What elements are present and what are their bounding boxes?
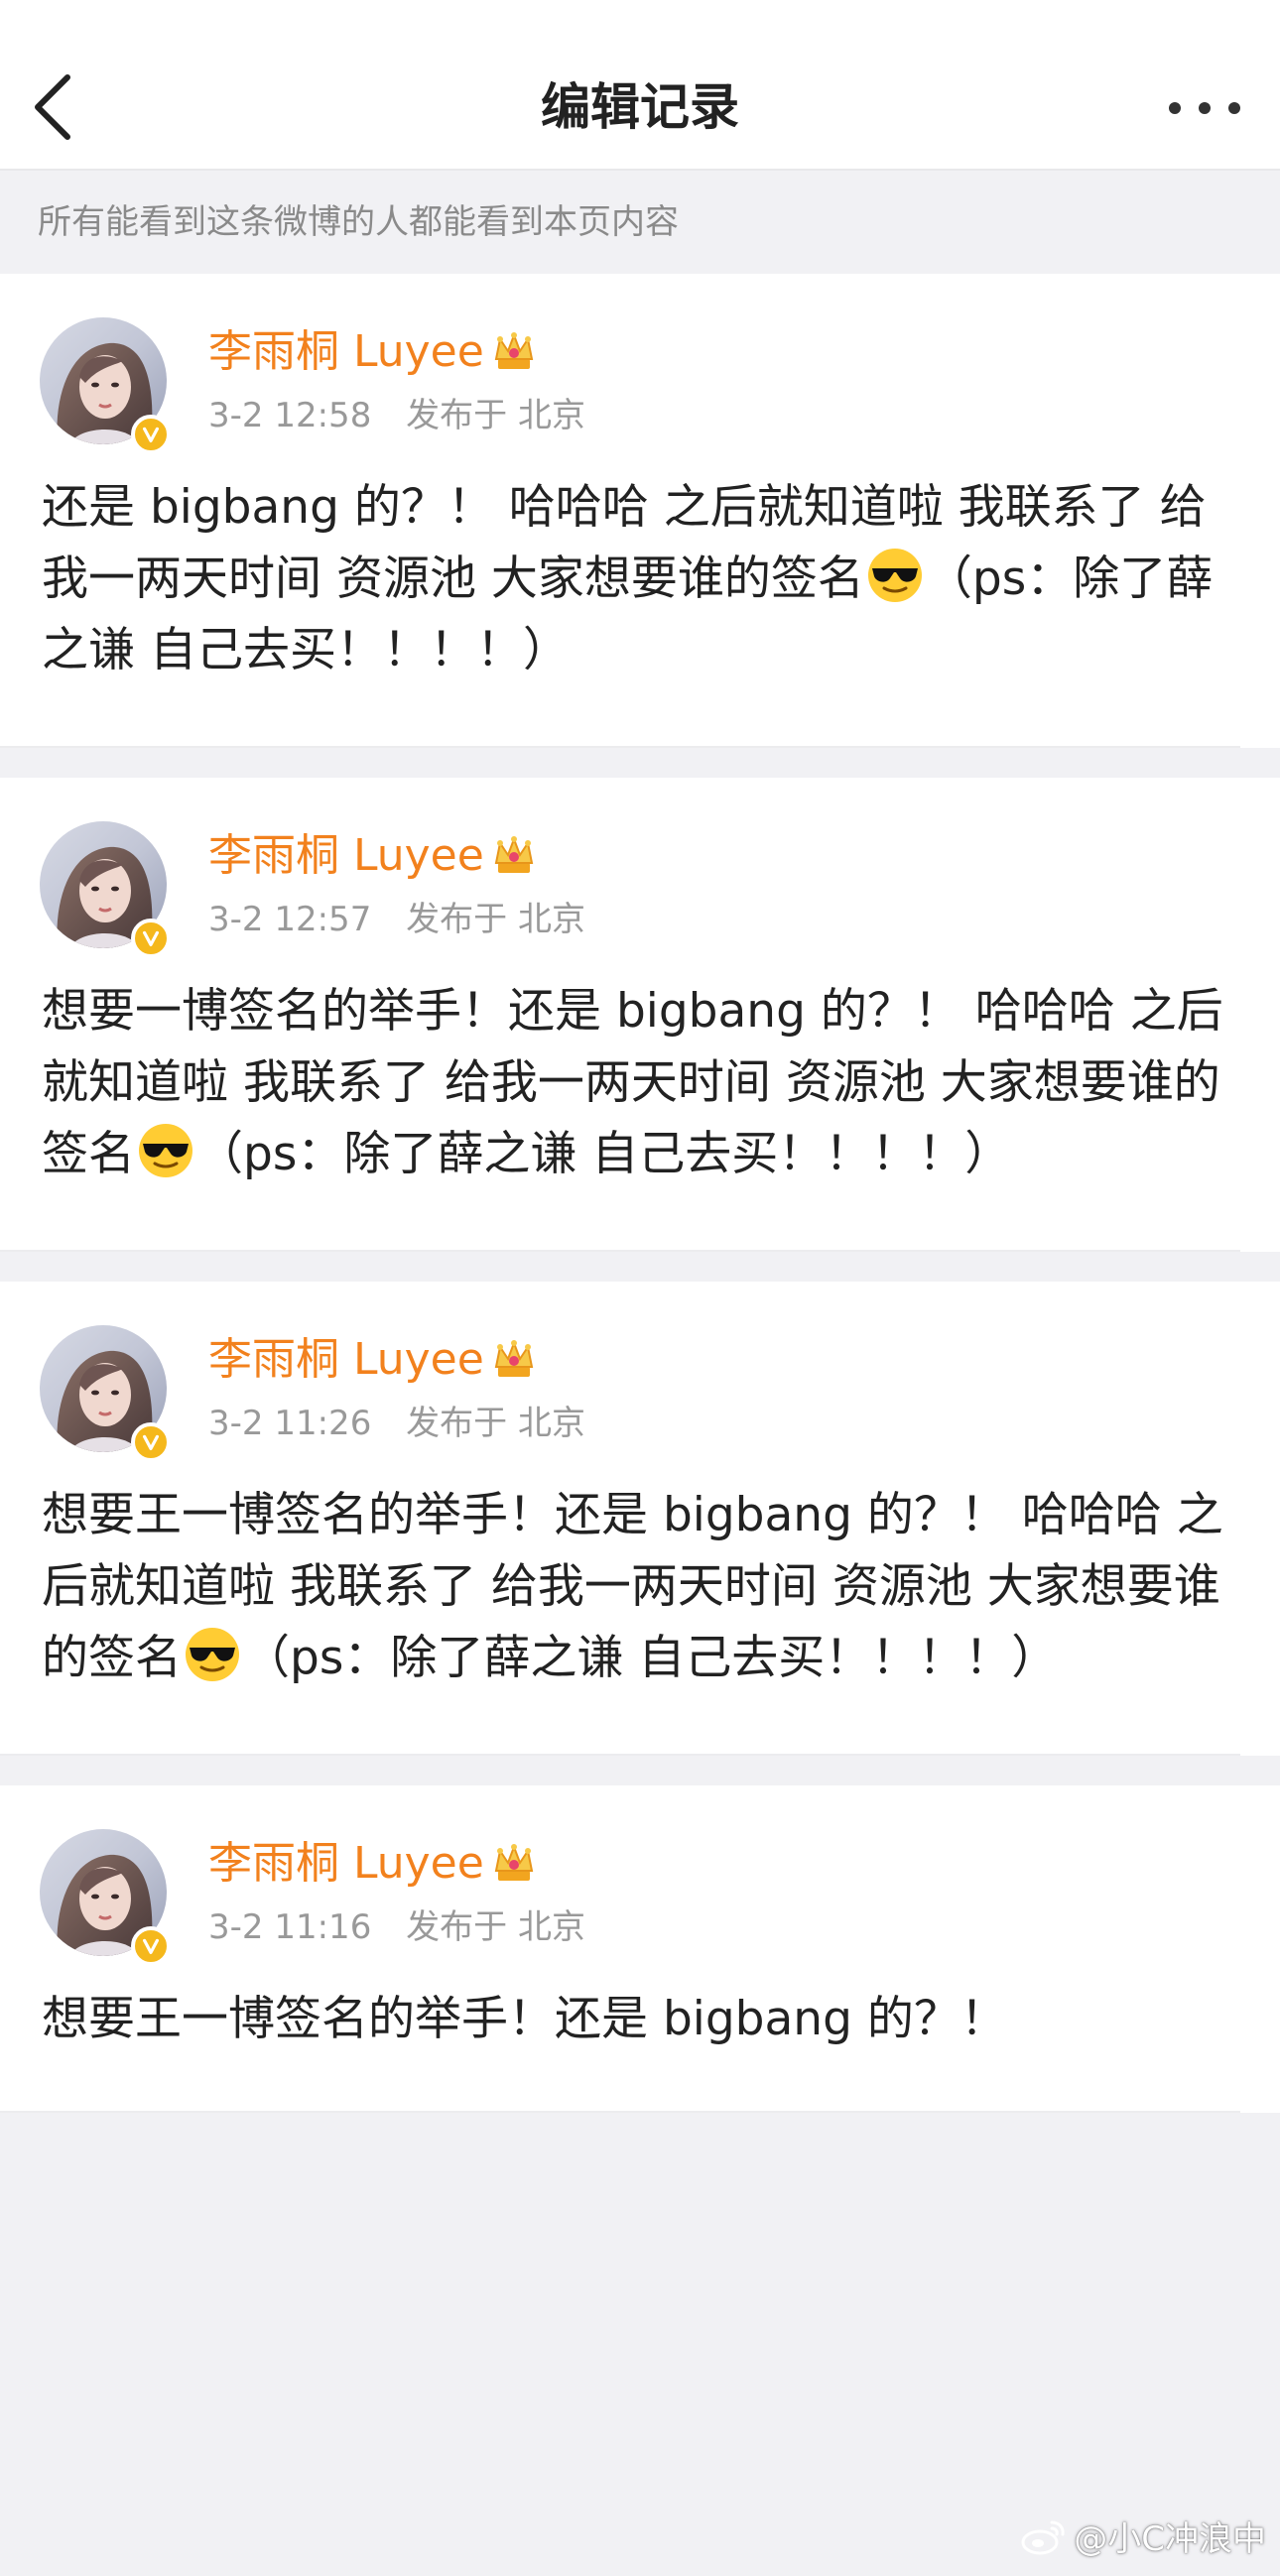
edit-record-card: 李雨桐 Luyee 3-2 12:57 发布于 北京 想要一博签名的举手！还是 … (0, 778, 1280, 1252)
sunglasses-emoji-icon (866, 547, 924, 604)
username[interactable]: 李雨桐 Luyee (208, 825, 484, 887)
post-time: 3-2 11:16 (208, 1907, 372, 1947)
weibo-logo-icon (1021, 2520, 1065, 2554)
more-dots-icon[interactable] (1165, 83, 1244, 133)
username[interactable]: 李雨桐 Luyee (208, 1833, 484, 1895)
post-meta: 3-2 11:26 发布于 北京 (208, 1399, 585, 1448)
divider (0, 1754, 1240, 1756)
post-time: 3-2 12:57 (208, 900, 372, 939)
post-location: 发布于 北京 (406, 1404, 585, 1443)
post-text: 还是 bigbang 的？！ 哈哈哈 之后就知道啦 我联系了 给我一两天时间 资… (42, 480, 1214, 677)
avatar[interactable] (40, 1829, 171, 1966)
crown-icon (494, 835, 533, 874)
top-nav-bar: 编辑记录 (0, 0, 1280, 171)
visibility-notice: 所有能看到这条微博的人都能看到本页内容 (0, 171, 1280, 274)
verified-v-icon (131, 1422, 171, 1462)
edit-record-card: 李雨桐 Luyee 3-2 12:58 发布于 北京 还是 bigbang 的？… (0, 274, 1280, 748)
verified-v-icon (131, 1926, 171, 1966)
crown-icon (494, 1339, 533, 1378)
watermark: @小C冲浪中 (1020, 2512, 1266, 2560)
avatar[interactable] (40, 317, 171, 454)
divider (0, 1250, 1240, 1252)
username[interactable]: 李雨桐 Luyee (208, 321, 484, 383)
edit-record-card: 李雨桐 Luyee 3-2 11:26 发布于 北京 想要王一博签名的举手！还是… (0, 1282, 1280, 1756)
avatar[interactable] (40, 1325, 171, 1462)
divider (0, 2111, 1240, 2113)
post-time: 3-2 11:26 (208, 1404, 372, 1443)
post-meta: 3-2 12:58 发布于 北京 (208, 391, 585, 440)
verified-v-icon (131, 415, 171, 454)
post-meta: 3-2 11:16 发布于 北京 (208, 1902, 585, 1952)
avatar[interactable] (40, 821, 171, 958)
post-text: 想要王一博签名的举手！还是 bigbang 的？！ 哈哈哈 之后就知道啦 我联系… (42, 1488, 1223, 1685)
post-location: 发布于 北京 (406, 1907, 585, 1947)
post-meta: 3-2 12:57 发布于 北京 (208, 895, 585, 944)
edit-record-card: 李雨桐 Luyee 3-2 11:16 发布于 北京 想要王一博签名的举手！还是… (0, 1785, 1280, 2113)
page-title: 编辑记录 (541, 78, 739, 136)
verified-v-icon (131, 919, 171, 958)
crown-icon (494, 1843, 533, 1882)
post-text: 想要王一博签名的举手！还是 bigbang 的？！ (42, 1992, 1007, 2046)
post-text: 想要一博签名的举手！还是 bigbang 的？！ 哈哈哈 之后就知道啦 我联系了… (42, 984, 1223, 1181)
crown-icon (494, 331, 533, 370)
post-time: 3-2 12:58 (208, 396, 372, 435)
sunglasses-emoji-icon (184, 1626, 241, 1683)
post-location: 发布于 北京 (406, 396, 585, 435)
sunglasses-emoji-icon (137, 1122, 194, 1179)
watermark-text: @小C冲浪中 (1074, 2519, 1266, 2559)
divider (0, 746, 1240, 748)
username[interactable]: 李雨桐 Luyee (208, 1329, 484, 1391)
post-location: 发布于 北京 (406, 900, 585, 939)
